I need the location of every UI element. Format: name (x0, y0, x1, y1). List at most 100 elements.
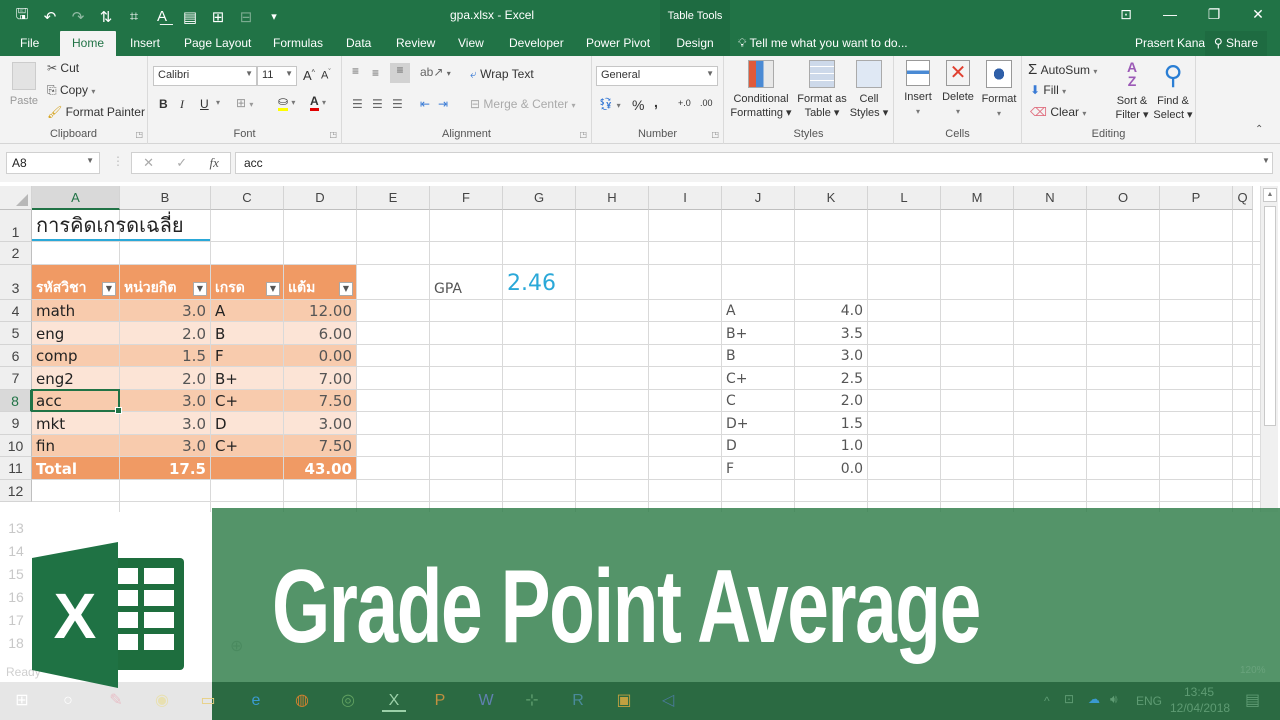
total-label-cell[interactable]: Total (32, 457, 119, 479)
filter-dropdown-icon[interactable]: ▼ (266, 282, 280, 296)
column-header-h[interactable]: H (576, 186, 649, 210)
grade-cell[interactable]: B+ (211, 367, 283, 389)
word-icon[interactable]: W (474, 690, 498, 712)
paste-button[interactable]: Paste (6, 62, 42, 108)
form-icon[interactable]: ⌗ (126, 8, 142, 25)
points-cell[interactable]: 7.50 (284, 390, 356, 411)
row-header-17[interactable]: 17 (0, 612, 32, 628)
column-header-e[interactable]: E (357, 186, 430, 210)
credits-cell[interactable]: 1.5 (120, 345, 210, 366)
row-header-3[interactable]: 3 (0, 265, 32, 300)
grade-cell[interactable]: D (211, 412, 283, 434)
total-grade-cell[interactable] (211, 457, 283, 479)
language-indicator[interactable]: ENG (1136, 694, 1162, 708)
tab-design[interactable]: Design (660, 31, 730, 56)
credits-cell[interactable]: 2.0 (120, 367, 210, 389)
volume-icon[interactable]: 🔊︎ (1110, 692, 1118, 707)
grade-scale-value[interactable]: 2.0 (795, 390, 867, 411)
grow-font-button[interactable]: A^ (303, 68, 315, 83)
row-header-10[interactable]: 10 (0, 435, 32, 457)
tab-review[interactable]: Review (388, 31, 443, 56)
column-header-i[interactable]: I (649, 186, 722, 210)
tab-developer[interactable]: Developer (501, 31, 572, 56)
number-format-dropdown[interactable]: General ▼ (596, 66, 718, 86)
excel-taskbar-icon[interactable]: X (382, 690, 406, 712)
column-header-b[interactable]: B (120, 186, 211, 210)
insert-function-icon[interactable]: fx (209, 155, 218, 171)
percent-style-button[interactable]: % (632, 97, 644, 113)
sheet-title-cell[interactable]: การคิดเกรดเฉลี่ย (32, 210, 210, 241)
cancel-icon[interactable]: ✕ (143, 155, 154, 171)
increase-indent-icon[interactable]: ⇥ (438, 97, 448, 111)
app-icon[interactable]: ▣ (612, 690, 636, 712)
conditional-formatting-button[interactable]: Conditional Formatting ▾ (728, 60, 794, 120)
table-header-cell[interactable]: รหัสวิชา ▼ (32, 265, 119, 299)
chrome-icon[interactable]: ◎ (336, 690, 360, 712)
sort-filter-button[interactable]: AZ Sort & Filter ▾ (1112, 60, 1152, 122)
freeze-panes-icon[interactable]: ▤ (182, 8, 198, 26)
credits-cell[interactable]: 3.0 (120, 390, 210, 411)
copy-button[interactable]: ⎘ Copy ▾ (47, 83, 95, 98)
grade-cell[interactable]: C+ (211, 390, 283, 411)
sort-icon[interactable]: ⇅ (98, 8, 114, 26)
close-button[interactable]: ✕ (1236, 0, 1280, 30)
total-points-cell[interactable]: 43.00 (284, 457, 356, 479)
credits-cell[interactable]: 3.0 (120, 412, 210, 434)
points-cell[interactable]: 3.00 (284, 412, 356, 434)
gpa-label-cell[interactable]: GPA (430, 265, 502, 299)
grade-cell[interactable]: A (211, 300, 283, 321)
row-header-6[interactable]: 6 (0, 345, 32, 367)
tab-power-pivot[interactable]: Power Pivot (578, 31, 658, 56)
course-code-cell[interactable]: fin (32, 435, 119, 456)
grade-scale-value[interactable]: 3.0 (795, 345, 867, 366)
row-header-12[interactable]: 12 (0, 480, 32, 502)
tab-insert[interactable]: Insert (122, 31, 168, 56)
grade-scale-letter[interactable]: C+ (722, 367, 794, 389)
zoom-level[interactable]: 120% (1240, 665, 1266, 676)
wrap-text-button[interactable]: ⤶ Wrap Text (470, 67, 534, 82)
decrease-decimal-button[interactable]: .00 (700, 98, 713, 108)
file-explorer-icon[interactable]: ▭ (196, 690, 220, 712)
underline-button[interactable]: U (200, 97, 209, 111)
delete-cells-button[interactable]: ✕ Delete ▾ (938, 60, 978, 119)
italic-button[interactable]: I (180, 97, 184, 112)
filter-dropdown-icon[interactable]: ▼ (102, 282, 116, 296)
grade-scale-letter[interactable]: C (722, 390, 794, 411)
font-size-dropdown[interactable]: 11 ▼ (257, 66, 297, 86)
column-header-j[interactable]: J (722, 186, 795, 210)
tab-file[interactable]: File (12, 31, 47, 56)
select-all-button[interactable] (0, 186, 32, 210)
top-align-icon[interactable]: ≡ (352, 64, 359, 78)
align-left-icon[interactable]: ☰ (352, 97, 363, 111)
filter-dropdown-icon[interactable]: ▼ (339, 282, 353, 296)
decrease-indent-icon[interactable]: ⇤ (420, 97, 430, 111)
redo-icon[interactable]: ↷ (70, 8, 86, 26)
format-painter-button[interactable]: 🖌︎ Format Painter (47, 105, 145, 119)
format-as-table-button[interactable]: Format as Table ▾ (796, 60, 848, 120)
dialog-launcher-icon[interactable]: ◳ (579, 130, 587, 139)
column-header-g[interactable]: G (503, 186, 576, 210)
tab-home[interactable]: Home (60, 31, 116, 56)
action-center-icon[interactable]: ▤ (1245, 690, 1260, 710)
points-cell[interactable]: 7.50 (284, 435, 356, 456)
grade-scale-value[interactable]: 0.0 (795, 457, 867, 479)
restore-button[interactable]: ❐ (1192, 0, 1236, 30)
edge-icon[interactable]: e (244, 690, 268, 712)
column-header-f[interactable]: F (430, 186, 503, 210)
spelling-icon[interactable]: A͟ (154, 8, 170, 25)
row-header-18[interactable]: 18 (0, 635, 32, 651)
clock-time[interactable]: 13:45 (1184, 685, 1214, 699)
find-select-button[interactable]: ⚲ Find & Select ▾ (1152, 60, 1194, 122)
grade-cell[interactable]: B (211, 322, 283, 344)
merge-center-button[interactable]: ⊟ Merge & Center ▾ (470, 97, 575, 111)
credits-cell[interactable]: 3.0 (120, 300, 210, 321)
minimize-button[interactable]: — (1148, 0, 1192, 30)
borders-button[interactable]: ⊞ ▾ (236, 96, 253, 110)
row-header-1[interactable]: 1 (0, 210, 32, 242)
row-header-11[interactable]: 11 (0, 457, 32, 480)
fill-color-button[interactable]: ⛀ ▾ (278, 94, 295, 111)
format-cells-button[interactable]: Format ▾ (978, 60, 1020, 121)
course-code-cell[interactable]: comp (32, 345, 119, 366)
row-header-15[interactable]: 15 (0, 566, 32, 582)
column-header-a[interactable]: A (32, 186, 120, 210)
